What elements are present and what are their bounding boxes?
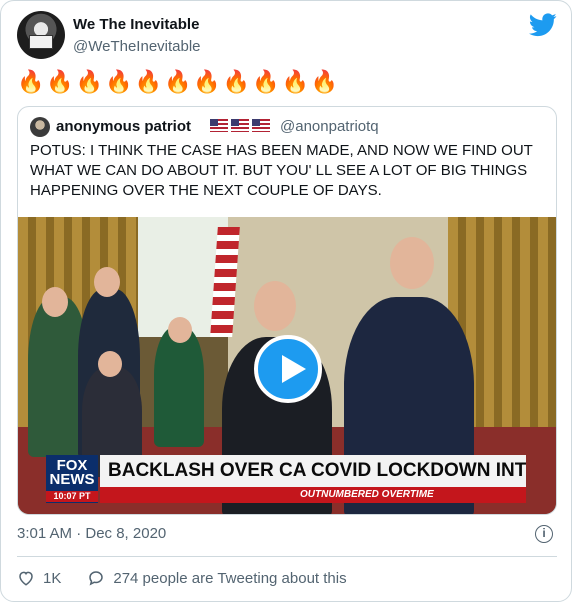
quoted-tweet[interactable]: anonymous patriot @anonpatriotq POTUS: I… [17,106,557,515]
play-button[interactable] [254,335,322,403]
network-time: 10:07 PT [46,491,98,502]
tweet-actions: 1K 274 people are Tweeting about this [17,568,347,588]
show-name: OUTNUMBERED OVERTIME [300,489,434,500]
video-frame-person-head [254,281,296,331]
us-flag-icon [210,119,228,132]
video-frame-person-head [98,351,122,377]
quoted-author-flags [210,119,270,132]
quoted-text: POTUS: I THINK THE CASE HAS BEEN MADE, A… [30,142,533,199]
author-name[interactable]: We The Inevitable [73,16,199,33]
divider [17,556,557,557]
video-frame-person-head [42,287,68,317]
quoted-avatar[interactable] [30,117,50,137]
conversation-link[interactable]: 274 people are Tweeting about this [113,570,346,587]
reply-icon[interactable] [87,569,105,587]
tweet-card[interactable]: We The Inevitable @WeTheInevitable 🔥🔥🔥🔥🔥… [0,0,572,602]
quoted-author-name[interactable]: anonymous patriot [56,118,191,135]
twitter-bird-icon[interactable] [529,13,557,37]
network-logo-text: FOX NEWS [49,457,95,488]
tweet-timestamp[interactable]: 3:01 AM · Dec 8, 2020 [17,525,166,542]
video-player[interactable]: FOX NEWS 10:07 PT BACKLASH OVER CA COVID… [18,217,556,514]
like-count[interactable]: 1K [43,570,61,587]
tweet-text: 🔥🔥🔥🔥🔥🔥🔥🔥🔥🔥🔥 [17,69,341,94]
video-frame-person-head [168,317,192,343]
chyron-show-bar: OUTNUMBERED OVERTIME [100,487,526,503]
us-flag-icon [231,119,249,132]
video-frame-person-head [390,237,434,289]
video-frame-person [154,327,204,447]
avatar[interactable] [17,11,65,59]
video-frame-person-head [94,267,120,297]
news-chyron: FOX NEWS 10:07 PT BACKLASH OVER CA COVID… [46,455,526,503]
info-icon[interactable]: i [535,525,553,543]
heart-icon[interactable] [17,569,35,587]
chyron-headline: BACKLASH OVER CA COVID LOCKDOWN INTENSIF… [100,455,526,487]
quoted-author-handle[interactable]: @anonpatriotq [280,118,379,135]
author-handle[interactable]: @WeTheInevitable [73,38,201,55]
us-flag-icon [252,119,270,132]
fox-news-logo: FOX NEWS 10:07 PT [46,455,98,503]
